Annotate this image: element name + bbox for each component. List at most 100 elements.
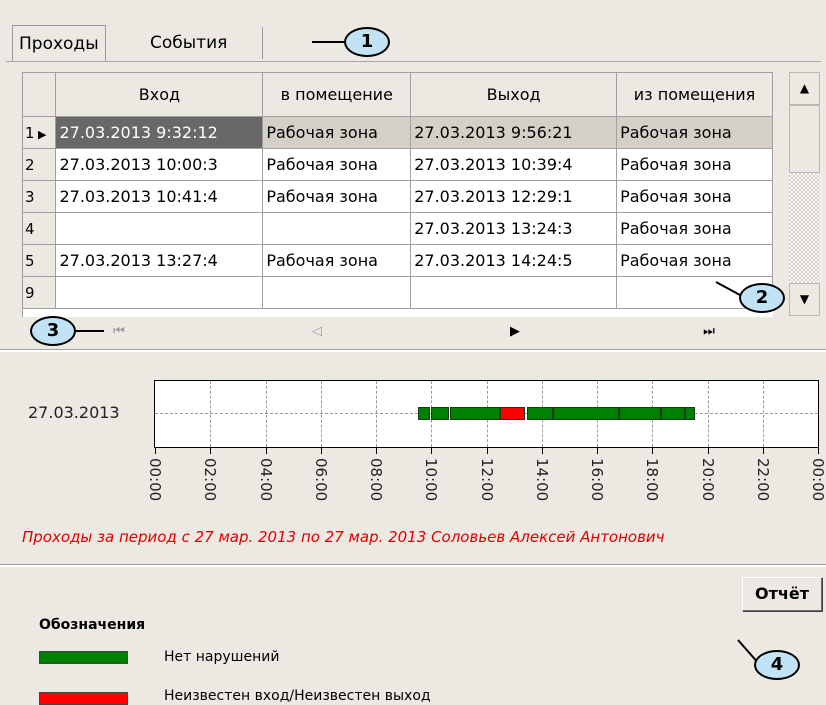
- scroll-up-button[interactable]: ▲: [789, 72, 820, 105]
- table-cell[interactable]: 27.03.2013 13:24:3: [410, 212, 618, 245]
- scroll-down-button[interactable]: ▼: [789, 283, 820, 316]
- chart-tick-label: 04:00: [256, 458, 275, 502]
- table-cell[interactable]: [262, 212, 412, 245]
- table-row[interactable]: 2 27.03.2013 10:00:3 Рабочая зона 27.03.201…: [23, 148, 773, 181]
- tab-baseline: [6, 61, 821, 62]
- column-header-exit[interactable]: Выход: [410, 73, 618, 117]
- table-row[interactable]: 3 27.03.2013 10:41:4 Рабочая зона 27.03.201…: [23, 180, 773, 213]
- next-record-button[interactable]: ▶: [500, 322, 530, 342]
- period-caption: Проходы за период с 27 мар. 2013 по 27 м…: [22, 528, 665, 546]
- callout-1: 1: [344, 27, 390, 57]
- table-row[interactable]: 1 ▶ 27.03.2013 9:32:12 Рабочая зона 27.03.2…: [23, 116, 773, 149]
- table-row[interactable]: 9: [23, 276, 773, 309]
- table-cell[interactable]: 27.03.2013 14:24:5: [410, 244, 618, 277]
- chart-tick: [320, 448, 322, 454]
- row-indicator[interactable]: 9: [23, 276, 57, 309]
- table-cell[interactable]: Рабочая зона: [616, 212, 773, 245]
- table-row[interactable]: 5 27.03.2013 13:27:4 Рабочая зона 27.03.201…: [23, 244, 773, 277]
- next-record-icon: ▶: [510, 324, 520, 339]
- timeline-bar-ok: [450, 407, 501, 420]
- tab-events[interactable]: События: [144, 25, 233, 61]
- row-indicator[interactable]: 2: [23, 148, 57, 181]
- chart-tick-label: 12:00: [477, 458, 496, 502]
- callout-4: 4: [754, 650, 800, 680]
- chart-tick: [486, 448, 488, 454]
- table-cell[interactable]: Рабочая зона: [262, 148, 412, 181]
- chart-tick: [431, 448, 433, 454]
- chart-tick: [762, 448, 764, 454]
- table-cell[interactable]: [410, 276, 618, 309]
- table-cell[interactable]: [262, 276, 412, 309]
- row-indicator[interactable]: 5: [23, 244, 57, 277]
- table-cell[interactable]: 27.03.2013 10:39:4: [410, 148, 618, 181]
- table-cell[interactable]: 27.03.2013 9:32:12: [55, 116, 264, 149]
- current-row-icon: ▶: [34, 127, 47, 141]
- table-cell[interactable]: 27.03.2013 9:56:21: [410, 116, 618, 149]
- chart-tick: [597, 448, 598, 454]
- timeline-bar-ok: [685, 407, 696, 420]
- chart-tick: [210, 448, 212, 454]
- table-cell[interactable]: [55, 212, 264, 245]
- column-header-entry[interactable]: Вход: [55, 73, 264, 117]
- timeline-bar-ok: [619, 407, 661, 420]
- panel-divider-bottom: [0, 565, 826, 567]
- first-record-button[interactable]: ⏮: [104, 322, 134, 342]
- chart-tick-label: 02:00: [201, 458, 220, 502]
- timeline-bar-unknown: [500, 407, 526, 420]
- row-number: 3: [25, 187, 35, 206]
- chart-tick: [818, 448, 819, 454]
- chart-tick: [707, 448, 709, 454]
- prev-record-button[interactable]: ◁: [302, 322, 332, 342]
- last-record-button[interactable]: ⏭: [694, 322, 724, 342]
- column-header-entry-room[interactable]: в помещение: [262, 73, 412, 117]
- chart-gridline: [320, 381, 322, 447]
- chart-tick: [155, 448, 156, 454]
- chart-gridline: [376, 381, 377, 447]
- legend-swatch-unknown: [39, 692, 128, 705]
- chart-tick-label: 10:00: [422, 458, 441, 502]
- legend-label-no-violations: Нет нарушений: [164, 649, 280, 665]
- table-cell[interactable]: Рабочая зона: [616, 244, 773, 277]
- row-indicator[interactable]: 1 ▶: [23, 116, 57, 149]
- passages-table[interactable]: Вход в помещение Выход из помещения 1 ▶ 2…: [22, 72, 773, 317]
- scroll-thumb[interactable]: [789, 105, 820, 173]
- table-row[interactable]: 4 27.03.2013 13:24:3 Рабочая зона: [23, 212, 773, 245]
- chart-tick-label: 08:00: [367, 458, 385, 502]
- legend-label-unknown: Неизвестен вход/Неизвестен выход: [164, 688, 431, 704]
- timeline-chart: [154, 380, 819, 448]
- row-number: 5: [25, 251, 35, 270]
- panel-divider: [0, 350, 826, 352]
- chart-tick: [652, 448, 654, 454]
- first-record-icon: ⏮: [113, 324, 125, 339]
- tab-separator: [262, 27, 263, 59]
- table-cell[interactable]: Рабочая зона: [262, 116, 412, 149]
- table-cell[interactable]: Рабочая зона: [262, 180, 412, 213]
- report-button[interactable]: Отчёт: [742, 577, 822, 611]
- chart-gridline: [265, 381, 267, 447]
- scroll-track[interactable]: [789, 173, 820, 283]
- chart-tick-label: 14:00: [532, 458, 551, 502]
- table-cell[interactable]: Рабочая зона: [616, 148, 773, 181]
- chart-gridline: [707, 381, 709, 447]
- chart-tick-label: 00:00: [146, 458, 164, 502]
- table-cell[interactable]: 27.03.2013 13:27:4: [55, 244, 264, 277]
- timeline-bar-ok: [553, 407, 620, 420]
- chart-tick-label: 20:00: [698, 458, 717, 502]
- arrow-down-icon: ▼: [799, 292, 810, 306]
- table-cell[interactable]: [55, 276, 264, 309]
- row-indicator[interactable]: 4: [23, 212, 57, 245]
- table-header-row: Вход в помещение Выход из помещения: [23, 73, 773, 117]
- arrow-up-icon: ▲: [799, 81, 810, 95]
- table-cell[interactable]: Рабочая зона: [616, 180, 773, 213]
- table-cell[interactable]: 27.03.2013 10:41:4: [55, 180, 264, 213]
- table-cell[interactable]: 27.03.2013 12:29:1: [410, 180, 618, 213]
- tab-passages[interactable]: Проходы: [12, 25, 106, 61]
- vertical-scrollbar[interactable]: ▲ ▼: [789, 72, 822, 316]
- table-cell[interactable]: 27.03.2013 10:00:3: [55, 148, 264, 181]
- row-indicator[interactable]: 3: [23, 180, 57, 213]
- column-header-exit-room[interactable]: из помещения: [616, 73, 773, 117]
- table-cell[interactable]: Рабочая зона: [262, 244, 412, 277]
- table-cell[interactable]: Рабочая зона: [616, 116, 773, 149]
- chart-tick-label: 16:00: [588, 458, 606, 502]
- legend-title: Обозначения: [39, 617, 146, 633]
